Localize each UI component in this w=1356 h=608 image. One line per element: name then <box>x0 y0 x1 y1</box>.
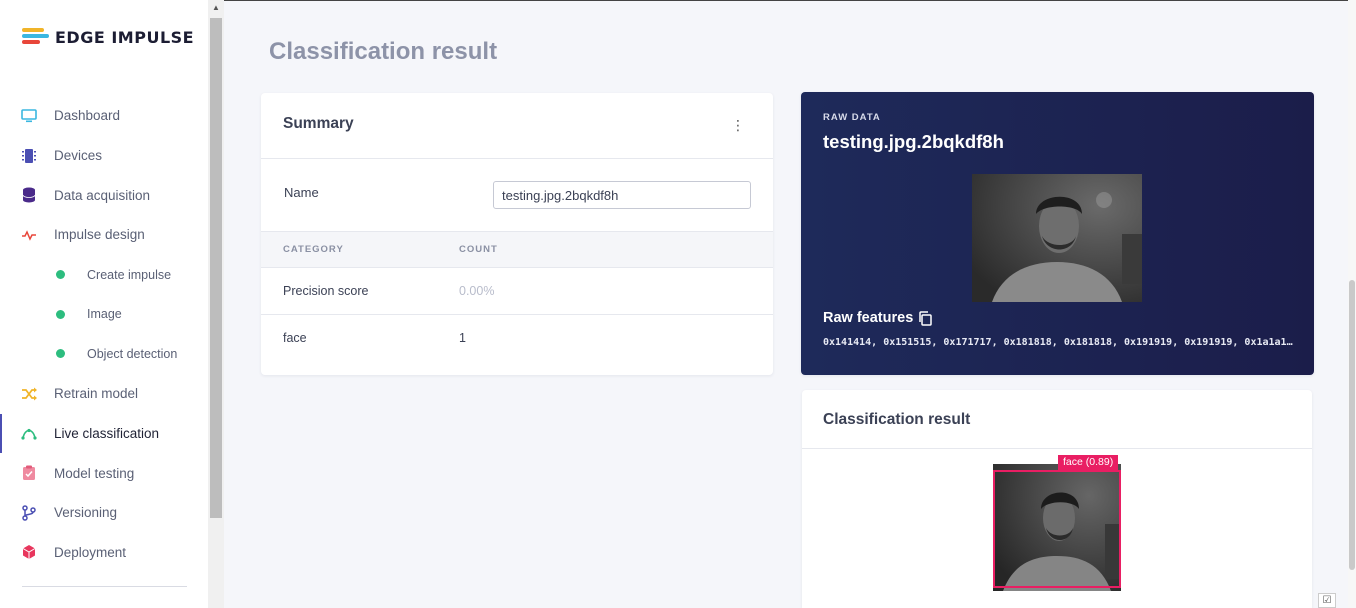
sidebar-item-label: Live classification <box>54 425 160 441</box>
divider <box>261 158 773 159</box>
status-dot-icon <box>56 349 65 359</box>
category-cell: Precision score <box>283 284 369 298</box>
sidebar-item-dashboard[interactable]: Dashboard <box>0 96 208 136</box>
category-cell: face <box>283 331 307 345</box>
sidebar-item-label: Versioning <box>54 505 118 521</box>
sidebar-item-devices[interactable]: Devices <box>0 136 208 176</box>
summary-card: Summary ⋮ Name CATEGORY COUNT Precision … <box>261 93 773 375</box>
sidebar: EDGE IMPULSE Dashboard Devices Data acqu… <box>0 0 208 608</box>
sidebar-item-label: Image <box>87 307 122 322</box>
sidebar-item-versioning[interactable]: Versioning <box>0 493 208 533</box>
sidebar-item-label: Dashboard <box>54 108 121 124</box>
live-icon <box>20 424 38 442</box>
sidebar-item-impulse-design[interactable]: Impulse design <box>0 215 208 255</box>
clipboard-check-icon <box>20 464 38 482</box>
bounding-box <box>993 470 1121 588</box>
sample-image <box>972 174 1142 302</box>
summary-title: Summary <box>283 115 354 132</box>
status-dot-icon <box>56 270 65 280</box>
copy-icon[interactable] <box>918 311 932 326</box>
scrollbar-thumb[interactable] <box>1349 280 1355 570</box>
table-row: Precision score 0.00% <box>261 268 773 315</box>
feedback-icon[interactable]: ☑ <box>1318 593 1336 608</box>
raw-data-kicker: RAW DATA <box>823 112 881 123</box>
divider <box>802 448 1312 449</box>
sidebar-item-data-acquisition[interactable]: Data acquisition <box>0 175 208 215</box>
table-row: face 1 <box>261 315 773 362</box>
monitor-icon <box>20 107 38 125</box>
sidebar-item-label: Retrain model <box>54 386 139 402</box>
edge-impulse-logo-icon <box>22 26 49 48</box>
sidebar-item-label: Impulse design <box>54 227 145 243</box>
database-icon <box>20 186 38 204</box>
sidebar-nav: Dashboard Devices Data acquisition Impul… <box>0 96 208 572</box>
sidebar-item-live-classification[interactable]: Live classification <box>0 413 208 454</box>
classification-result-title: Classification result <box>823 411 971 428</box>
count-cell: 0.00% <box>459 284 495 298</box>
status-dot-icon <box>56 309 65 319</box>
sidebar-scrollbar[interactable]: ▲ <box>208 0 224 608</box>
sidebar-divider <box>22 586 187 587</box>
sidebar-item-label: Object detection <box>87 346 178 361</box>
page-scrollbar[interactable] <box>1348 0 1356 608</box>
brand-name: EDGE IMPULSE <box>55 27 195 47</box>
raw-features-label: Raw features <box>823 310 914 326</box>
cube-icon <box>20 543 38 561</box>
sidebar-item-label: Create impulse <box>87 267 172 282</box>
raw-data-filename: testing.jpg.2bqkdf8h <box>823 131 1004 152</box>
column-header-count: COUNT <box>459 244 498 255</box>
shuffle-icon <box>20 385 38 403</box>
count-cell: 1 <box>459 331 466 345</box>
scroll-up-arrow-icon[interactable]: ▲ <box>212 3 220 12</box>
bounding-box-label: face (0.89) <box>1058 455 1119 470</box>
column-header-category: CATEGORY <box>283 244 344 255</box>
sidebar-item-label: Model testing <box>54 465 135 481</box>
branch-icon <box>20 504 38 522</box>
scrollbar-thumb[interactable] <box>210 18 222 518</box>
sidebar-item-deployment[interactable]: Deployment <box>0 533 208 573</box>
chip-icon <box>20 147 38 165</box>
logo[interactable]: EDGE IMPULSE <box>22 26 194 48</box>
kebab-menu-icon[interactable]: ⋮ <box>731 117 745 133</box>
raw-data-card: RAW DATA testing.jpg.2bqkdf8h Raw featur… <box>801 92 1314 375</box>
sidebar-item-label: Data acquisition <box>54 187 151 203</box>
sidebar-item-retrain-model[interactable]: Retrain model <box>0 374 208 414</box>
sidebar-item-model-testing[interactable]: Model testing <box>0 453 208 493</box>
classification-result-card: Classification result face (0.89) <box>802 390 1312 608</box>
pulse-icon <box>20 226 38 244</box>
sidebar-item-create-impulse[interactable]: Create impulse <box>0 255 208 295</box>
name-label: Name <box>284 185 319 200</box>
page-title: Classification result <box>269 38 498 65</box>
sidebar-item-object-detection[interactable]: Object detection <box>0 334 208 374</box>
sidebar-item-label: Devices <box>54 148 103 164</box>
sidebar-item-label: Deployment <box>54 544 127 560</box>
sidebar-item-image[interactable]: Image <box>0 294 208 334</box>
name-field[interactable] <box>493 181 751 209</box>
table-header: CATEGORY COUNT <box>261 231 773 268</box>
raw-features-value: 0x141414, 0x151515, 0x171717, 0x181818, … <box>823 337 1293 348</box>
